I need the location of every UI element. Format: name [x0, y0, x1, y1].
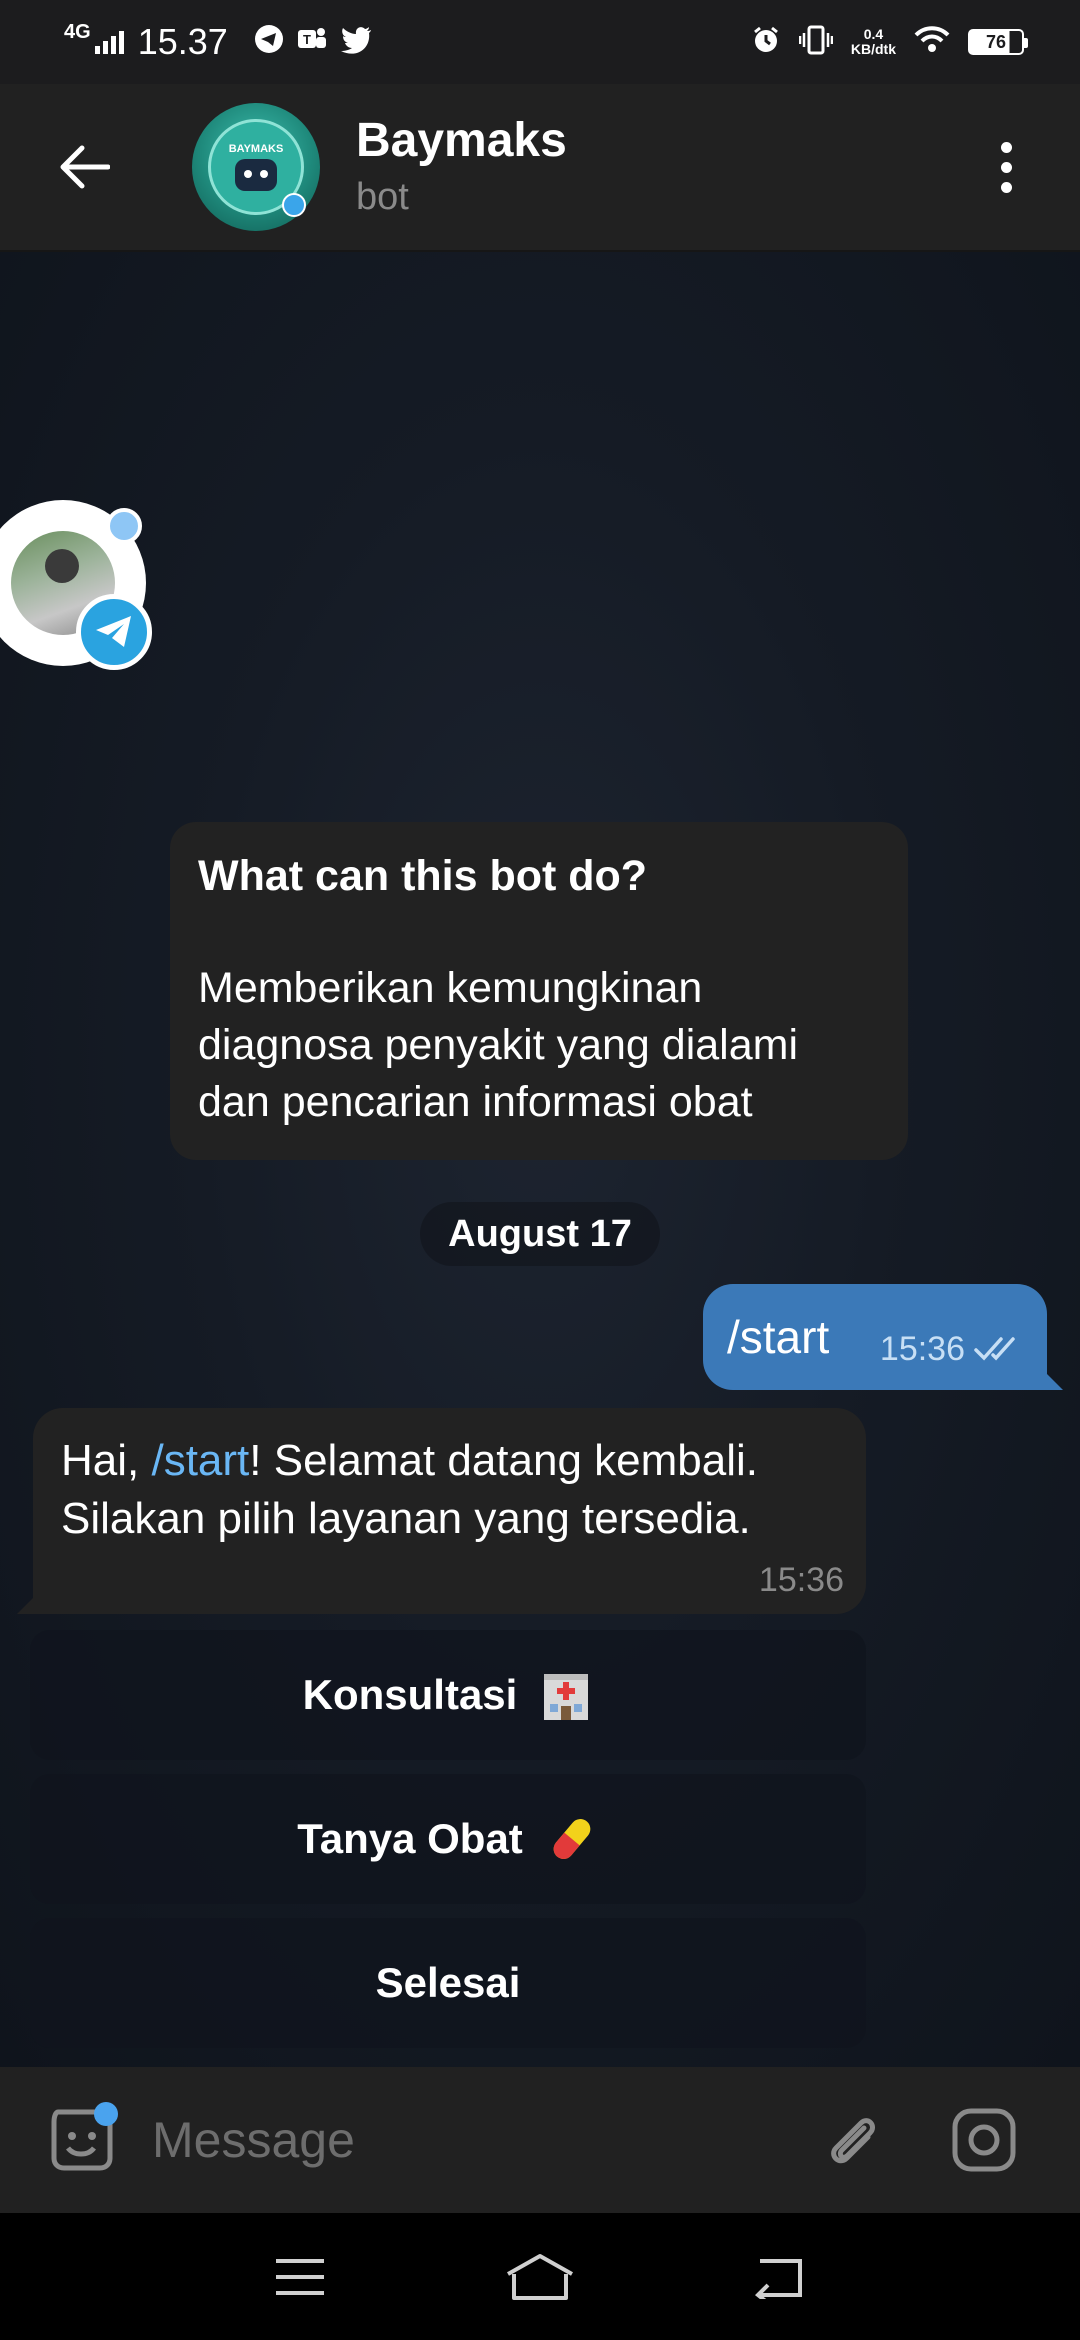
battery-icon: 76	[968, 29, 1028, 55]
chat-area[interactable]: What can this bot do? Memberikan kemungk…	[0, 252, 1080, 2067]
incoming-message-prefix: Hai,	[61, 1436, 152, 1485]
sticker-notification-dot	[94, 2102, 118, 2126]
command-link[interactable]: /start	[151, 1436, 249, 1485]
teams-icon: T	[296, 21, 328, 63]
speed-unit: KB/dtk	[850, 41, 896, 57]
paperclip-icon	[831, 2118, 875, 2164]
more-vertical-icon	[1000, 141, 1012, 153]
date-separator: August 17	[420, 1202, 660, 1266]
incoming-message-text: Hai, /start! Selamat datang kembali. Sil…	[61, 1432, 838, 1548]
network-speed: 0.4 KB/dtk	[851, 27, 896, 57]
system-nav-bar	[0, 2213, 1080, 2340]
chat-head-bubble[interactable]	[0, 500, 152, 670]
robot-face-icon	[235, 159, 277, 191]
keyboard-button-label: Tanya Obat	[297, 1815, 523, 1862]
status-time: 15.37	[137, 21, 228, 62]
chat-title: Baymaks	[356, 114, 567, 167]
telegram-icon	[254, 21, 284, 63]
sticker-button[interactable]	[42, 2100, 122, 2180]
attach-button[interactable]	[812, 2100, 892, 2180]
status-bar: 4G 15.37 T 0.4 KB/dtk 76	[0, 0, 1080, 84]
network-type: 4G	[64, 21, 91, 43]
notification-icons: T	[254, 21, 372, 63]
keyboard-button-tanya-obat[interactable]: Tanya Obat	[30, 1774, 866, 1904]
bot-avatar-text: BAYMAKS	[228, 143, 284, 155]
signal-icon	[94, 30, 124, 54]
unread-dot-icon	[106, 508, 142, 544]
message-input-bar	[0, 2067, 1080, 2213]
twitter-icon	[340, 21, 372, 63]
hospital-emoji-icon	[539, 1668, 593, 1722]
home-button[interactable]	[500, 2237, 580, 2317]
keyboard-button-label: Selesai	[375, 1959, 521, 2006]
home-icon	[507, 2253, 573, 2300]
alarm-icon	[751, 25, 781, 60]
chat-subtitle: bot	[356, 176, 409, 218]
status-right: 0.4 KB/dtk 76	[751, 25, 1028, 60]
camera-button[interactable]	[944, 2100, 1024, 2180]
camera-icon	[952, 2108, 1016, 2172]
speed-value: 0.4	[863, 26, 884, 42]
wifi-icon	[914, 25, 950, 59]
bot-avatar[interactable]: BAYMAKS	[192, 103, 320, 231]
incoming-message-time: 15:36	[758, 1561, 844, 1599]
outgoing-message-text: /start	[727, 1311, 830, 1363]
bot-description-card: What can this bot do? Memberikan kemungk…	[170, 822, 908, 1160]
back-nav-icon	[755, 2258, 802, 2299]
back-nav-button[interactable]	[740, 2237, 820, 2317]
vibrate-icon	[798, 25, 834, 60]
svg-text:T: T	[303, 32, 311, 47]
keyboard-button-label: Konsultasi	[302, 1671, 518, 1718]
menu-lines-icon	[276, 2258, 324, 2295]
telegram-icon	[76, 594, 152, 670]
message-input[interactable]	[152, 2100, 792, 2180]
outgoing-message-time: 15:36	[879, 1329, 965, 1368]
more-options-button[interactable]	[976, 127, 1036, 207]
outgoing-message[interactable]: /start 15:36	[703, 1284, 1047, 1390]
keyboard-button-selesai[interactable]: Selesai	[30, 1918, 866, 2048]
status-left: 4G 15.37 T	[64, 21, 372, 63]
phone-badge-icon	[282, 193, 306, 217]
double-check-icon	[974, 1337, 1015, 1361]
recents-button[interactable]	[260, 2237, 340, 2317]
bot-description-title: What can this bot do?	[198, 852, 648, 900]
keyboard-button-konsultasi[interactable]: Konsultasi	[30, 1630, 866, 1760]
pill-emoji-icon	[545, 1812, 599, 1866]
incoming-message[interactable]: Hai, /start! Selamat datang kembali. Sil…	[33, 1408, 866, 1614]
arrow-left-icon	[60, 145, 110, 189]
chat-title-block[interactable]: Baymaks bot	[356, 113, 567, 221]
bot-description-body: Memberikan kemungkinan diagnosa penyakit…	[198, 964, 799, 1126]
back-button[interactable]	[44, 127, 124, 207]
outgoing-message-meta: 15:36	[880, 1330, 1023, 1369]
chat-header: BAYMAKS Baymaks bot	[0, 84, 1080, 252]
